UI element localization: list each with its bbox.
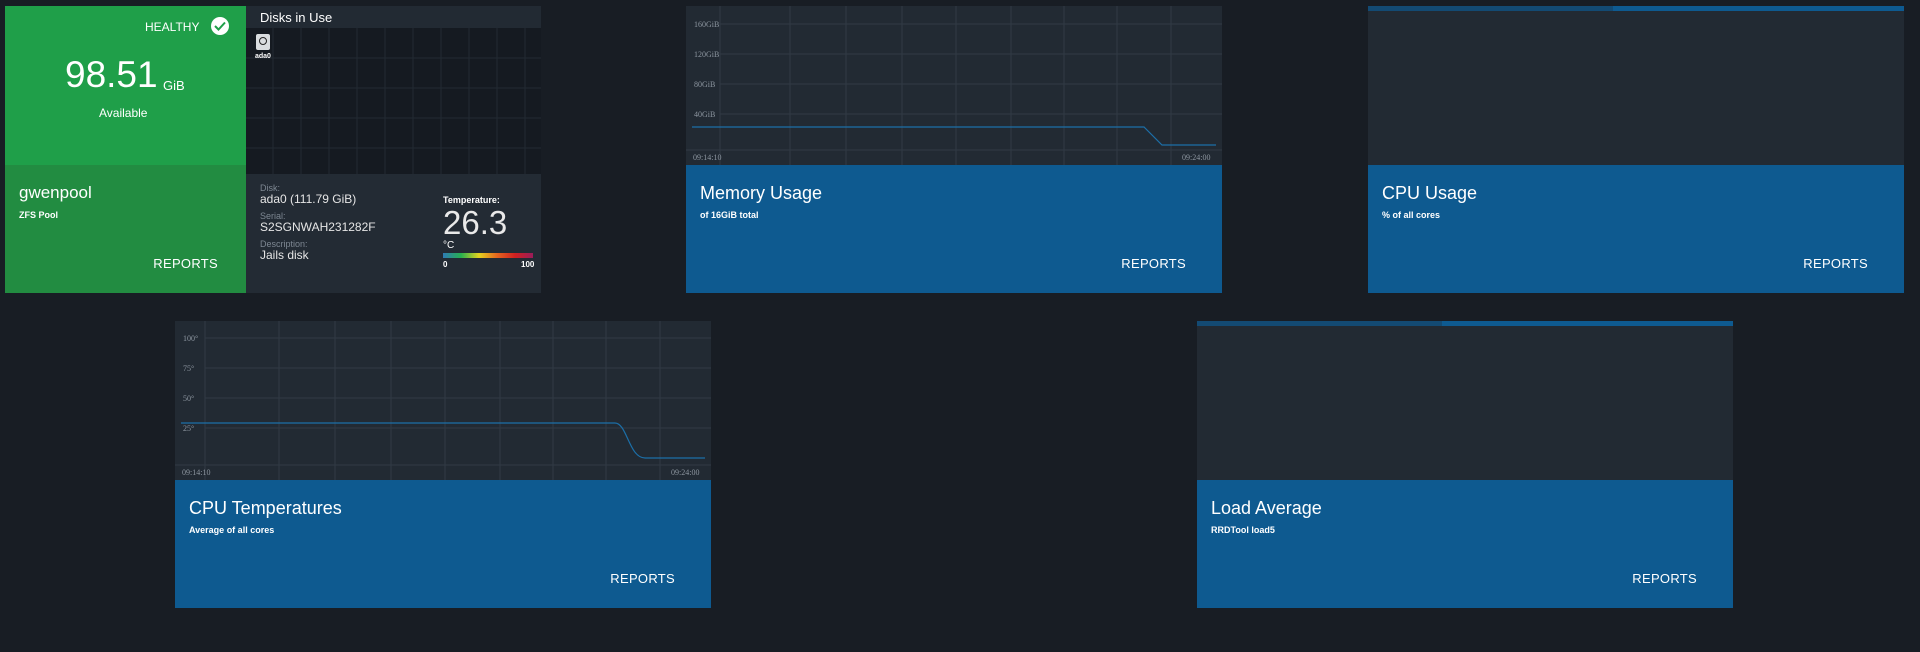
disks-title: Disks in Use: [260, 10, 333, 25]
available-unit: GiB: [163, 78, 185, 93]
x-tick-end: 09:24:00: [1182, 153, 1210, 162]
x-tick-end: 09:24:00: [671, 468, 699, 477]
load-average-info: Load Average RRDTool load5 REPORTS: [1197, 480, 1733, 608]
cpu-usage-reports-button[interactable]: REPORTS: [1803, 256, 1868, 271]
pool-status: HEALTHY: [145, 20, 200, 34]
description-value: Jails disk: [260, 248, 309, 262]
cpu-temperatures-reports-button[interactable]: REPORTS: [610, 571, 675, 586]
y-tick: 25°: [183, 424, 194, 433]
widget-subtitle: % of all cores: [1382, 210, 1441, 220]
load-average-reports-button[interactable]: REPORTS: [1632, 571, 1697, 586]
load-average-chart: [1197, 321, 1733, 480]
pool-name: gwenpool: [19, 183, 92, 202]
memory-chart: 160GiB 120GiB 80GiB 40GiB 09:14:10 09:24…: [686, 6, 1222, 165]
x-tick-start: 09:14:10: [693, 153, 721, 162]
check-icon: [211, 17, 229, 35]
widget-subtitle: RRDTool load5: [1211, 525, 1275, 535]
cpu-temperatures-info: CPU Temperatures Average of all cores RE…: [175, 480, 711, 608]
disk-name: ada0: [255, 53, 271, 60]
y-tick: 120GiB: [694, 50, 719, 59]
load-average-widget: Load Average RRDTool load5 REPORTS: [1197, 321, 1733, 608]
memory-reports-button[interactable]: REPORTS: [1121, 256, 1186, 271]
loading-bar-fill: [1613, 6, 1904, 11]
x-tick-start: 09:14:10: [182, 468, 210, 477]
available-value: 98.51: [65, 54, 158, 95]
disks-header: Disks in Use: [246, 6, 541, 28]
pool-summary: HEALTHY 98.51 GiB Available gwenpool ZFS…: [5, 6, 246, 293]
pool-reports-button[interactable]: REPORTS: [153, 256, 218, 271]
temperature-unit: °C: [443, 240, 455, 251]
temperature-scale: [443, 253, 533, 258]
widget-title: CPU Usage: [1382, 183, 1478, 203]
cpu-usage-chart: [1368, 6, 1904, 165]
serial-value: S2SGNWAH231282F: [260, 220, 376, 234]
loading-bar: [1368, 6, 1904, 11]
widget-title: CPU Temperatures: [189, 498, 342, 518]
widget-title: Load Average: [1211, 498, 1322, 518]
y-tick: 40GiB: [694, 110, 715, 119]
hard-disk-icon[interactable]: [256, 34, 270, 50]
y-tick: 100°: [183, 334, 198, 343]
pool-widget: HEALTHY 98.51 GiB Available gwenpool ZFS…: [5, 6, 541, 293]
memory-usage-widget: 160GiB 120GiB 80GiB 40GiB 09:14:10 09:24…: [686, 6, 1222, 293]
disk-grid: [246, 28, 541, 174]
cpu-temperature-chart: 100° 75° 50° 25° 09:14:10 09:24:00: [175, 321, 711, 480]
y-tick: 75°: [183, 364, 194, 373]
widget-subtitle: Average of all cores: [189, 525, 275, 535]
y-tick: 50°: [183, 394, 194, 403]
pool-info: gwenpool ZFS Pool REPORTS: [5, 165, 246, 293]
temperature-scale-max: 100: [521, 260, 535, 269]
widget-title: Memory Usage: [700, 183, 823, 203]
pool-type: ZFS Pool: [19, 210, 58, 220]
loading-bar: [1197, 321, 1733, 326]
temperature-scale-min: 0: [443, 260, 448, 269]
available-label: Available: [99, 106, 148, 120]
memory-info: Memory Usage of 16GiB total REPORTS: [686, 165, 1222, 293]
widget-subtitle: of 16GiB total: [700, 210, 759, 220]
disk-value: ada0 (111.79 GiB): [260, 192, 357, 206]
disk-details: Disk: ada0 (111.79 GiB) Serial: S2SGNWAH…: [246, 174, 541, 293]
cpu-usage-widget: CPU Usage % of all cores REPORTS: [1368, 6, 1904, 293]
y-tick: 80GiB: [694, 80, 715, 89]
memory-line: [692, 126, 1216, 146]
temperature-value: 26.3: [443, 204, 508, 241]
cpu-usage-info: CPU Usage % of all cores REPORTS: [1368, 165, 1904, 293]
cpu-temperatures-widget: 100° 75° 50° 25° 09:14:10 09:24:00 CPU T…: [175, 321, 711, 608]
disks-panel: Disks in Use ada0 Disk: ada0 (111.79 GiB…: [246, 6, 541, 293]
loading-bar-fill: [1442, 321, 1733, 326]
y-tick: 160GiB: [694, 20, 719, 29]
